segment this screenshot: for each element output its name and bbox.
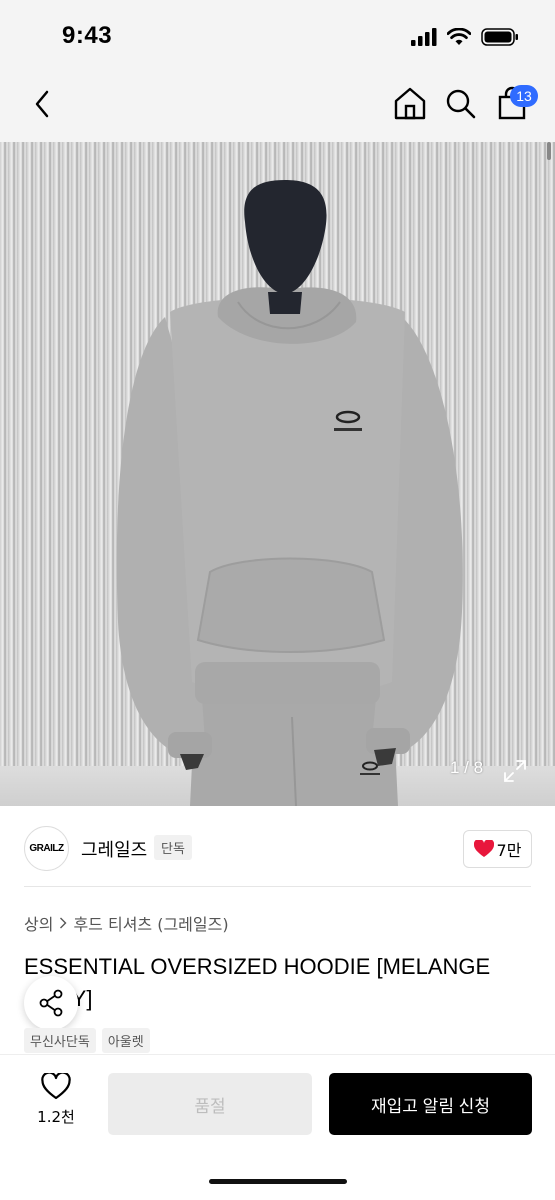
search-button[interactable] [441, 84, 481, 124]
breadcrumb-subcategory[interactable]: 후드 티셔츠 (그레일즈) [73, 911, 228, 935]
brand-logo[interactable]: GRAILZ [24, 826, 69, 871]
section-divider [24, 886, 531, 887]
brand-like-count: 7만 [496, 841, 522, 860]
product-image-carousel[interactable]: 1 / 8 [0, 142, 555, 806]
restock-alert-button[interactable]: 재입고 알림 신청 [329, 1073, 532, 1135]
home-icon [394, 87, 426, 120]
signal-icon [411, 28, 437, 46]
breadcrumb-category[interactable]: 상의 [24, 911, 53, 935]
product-tags: 무신사단독 아울렛 [24, 1028, 150, 1053]
back-button[interactable] [22, 84, 62, 124]
home-indicator [209, 1179, 347, 1184]
back-chevron-icon [35, 90, 49, 118]
product-detail-page: 9:43 13 1 / 8 GRAILZ 그레일즈 단독 7만 상의 후드 티셔… [0, 0, 555, 1200]
wishlist-button[interactable]: 1.2천 [24, 1073, 88, 1135]
wifi-icon [447, 28, 471, 45]
scroll-indicator [547, 142, 551, 160]
model-hoodie-image [116, 180, 526, 806]
wishlist-count: 1.2천 [37, 1108, 75, 1126]
brand-name-link[interactable]: 그레일즈 [81, 836, 147, 862]
battery-icon [481, 28, 518, 46]
status-time: 9:43 [62, 22, 113, 49]
tag-outlet: 아울렛 [101, 1028, 150, 1053]
cart-count-badge: 13 [510, 85, 538, 107]
search-icon [446, 89, 476, 119]
heart-icon [473, 840, 494, 857]
home-button[interactable] [390, 84, 430, 124]
expand-icon[interactable] [504, 760, 526, 782]
status-bar: 9:43 [0, 0, 555, 70]
breadcrumb: 상의 후드 티셔츠 (그레일즈) [24, 911, 229, 935]
heart-outline-icon [41, 1073, 71, 1100]
share-button[interactable] [24, 976, 78, 1030]
bottom-action-bar: 1.2천 품절 재입고 알림 신청 [0, 1054, 555, 1200]
image-counter: 1 / 8 [450, 758, 484, 777]
sold-out-button[interactable]: 품절 [108, 1073, 312, 1135]
brand-like-button[interactable]: 7만 [463, 830, 532, 868]
brand-row: GRAILZ 그레일즈 단독 7만 [0, 806, 555, 886]
share-icon [39, 989, 63, 1017]
system-icons [411, 26, 519, 48]
top-nav-bar: 13 [0, 70, 555, 142]
product-title: ESSENTIAL OVERSIZED HOODIE [MELANGE GREY… [24, 954, 491, 1011]
tag-musinsa-exclusive: 무신사단독 [24, 1028, 96, 1053]
chevron-right-icon [60, 917, 67, 929]
exclusive-badge: 단독 [154, 835, 192, 860]
